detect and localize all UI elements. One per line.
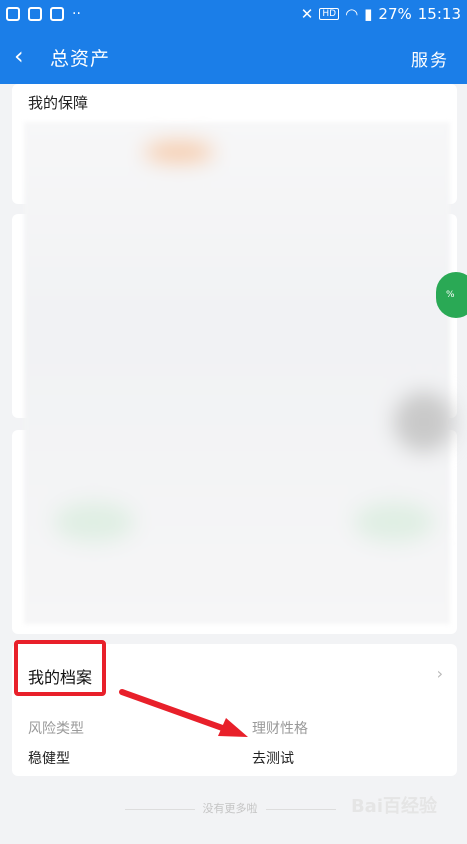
no-more-footer: 没有更多啦 [115,800,345,816]
annotation-arrow [119,689,248,737]
watermark-logo: Bai百经验 [350,796,437,817]
